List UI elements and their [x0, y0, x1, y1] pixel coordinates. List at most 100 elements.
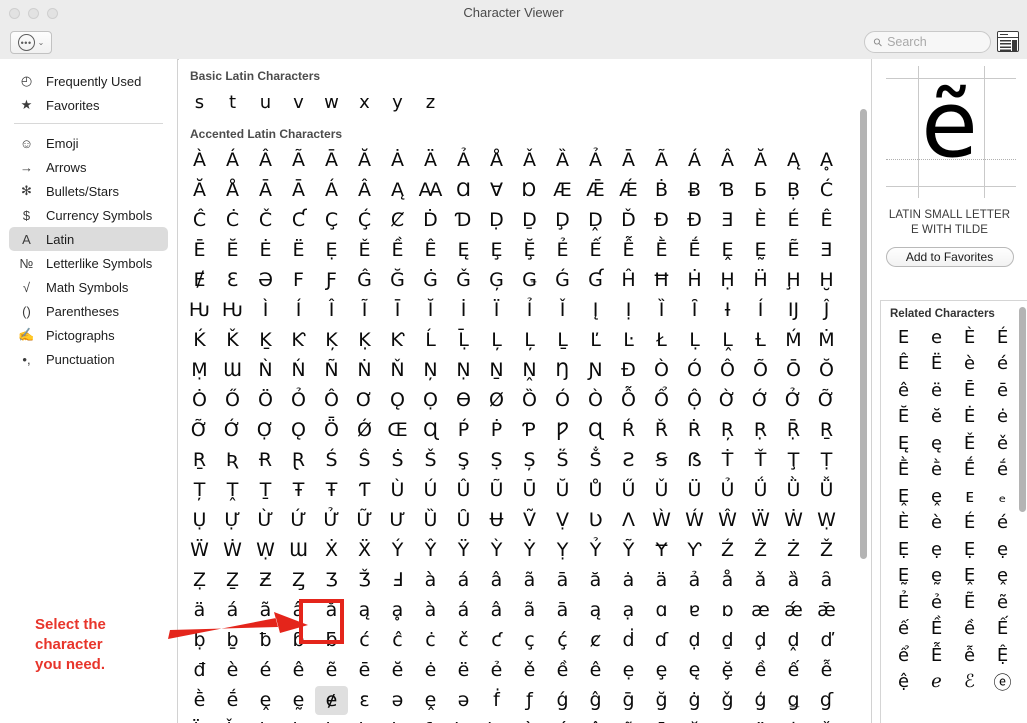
character-cell[interactable]: Ṟ — [183, 446, 216, 475]
character-cell[interactable]: Ḧ — [744, 266, 777, 295]
character-cell[interactable]: ĩ — [612, 716, 645, 723]
character-cell[interactable]: Ƶ — [249, 566, 282, 595]
character-cell[interactable]: â — [480, 566, 513, 595]
character-cell[interactable]: Ḩ — [777, 266, 810, 295]
character-cell[interactable]: Ġ — [414, 266, 447, 295]
character-cell[interactable]: Ĭ — [414, 296, 447, 325]
character-cell[interactable]: Ṝ — [777, 416, 810, 445]
character-cell[interactable]: Ả — [447, 146, 480, 175]
character-cell[interactable]: Ǧ — [447, 266, 480, 295]
related-character-cell[interactable]: È — [953, 324, 986, 351]
character-cell[interactable]: Ɋ — [579, 416, 612, 445]
character-cell[interactable]: ȁ — [777, 566, 810, 595]
character-cell[interactable]: ȼ — [579, 626, 612, 655]
character-cell[interactable]: í — [546, 716, 579, 723]
character-cell[interactable]: ɦ — [414, 716, 447, 723]
character-cell[interactable]: á — [216, 596, 249, 625]
character-cell[interactable]: Ƥ — [513, 416, 546, 445]
related-character-cell[interactable]: Ḙ — [887, 483, 920, 510]
character-cell[interactable]: Ÿ — [447, 536, 480, 565]
grid-scrollbar-thumb[interactable] — [860, 109, 867, 559]
character-cell[interactable]: Ŕ — [612, 416, 645, 445]
character-cell[interactable]: ć — [348, 626, 381, 655]
character-cell[interactable]: Ơ — [348, 386, 381, 415]
character-cell[interactable]: Ǥ — [513, 266, 546, 295]
related-character-cell[interactable]: ḕ — [920, 457, 953, 484]
character-cell[interactable]: Ṟ — [810, 416, 843, 445]
character-cell[interactable]: Ở — [777, 386, 810, 415]
character-cell[interactable]: Ủ — [711, 476, 744, 505]
character-cell[interactable]: Ữ — [348, 506, 381, 535]
character-cell[interactable]: ḫ — [348, 716, 381, 723]
character-cell[interactable]: Ŝ — [348, 446, 381, 475]
character-cell[interactable]: ã — [249, 596, 282, 625]
character-cell[interactable]: Ɓ — [711, 176, 744, 205]
character-cell[interactable]: ȟ — [216, 716, 249, 723]
character-cell[interactable]: Ā — [282, 176, 315, 205]
character-cell[interactable]: Ȼ — [381, 206, 414, 235]
related-character-cell[interactable]: ℰ — [953, 669, 986, 696]
character-cell[interactable]: Í — [744, 296, 777, 325]
related-character-cell[interactable]: ⓔ — [986, 669, 1019, 696]
character-cell[interactable]: Á — [216, 146, 249, 175]
character-cell[interactable]: Ỵ — [546, 536, 579, 565]
related-character-cell[interactable]: ᴇ — [953, 483, 986, 510]
character-cell[interactable]: Û — [447, 476, 480, 505]
character-cell[interactable]: ḏ — [711, 626, 744, 655]
character-cell[interactable]: Â — [348, 176, 381, 205]
character-cell[interactable]: Ě — [348, 236, 381, 265]
character-cell[interactable]: Ḛ — [744, 236, 777, 265]
related-character-cell[interactable]: É — [986, 324, 1019, 351]
character-cell[interactable]: Ờ — [711, 386, 744, 415]
character-cell[interactable]: Ḓ — [579, 206, 612, 235]
character-cell[interactable]: ƈ — [480, 626, 513, 655]
character-cell[interactable]: Ḁ — [810, 146, 843, 175]
character-cell[interactable]: s — [183, 88, 216, 117]
character-cell[interactable]: Ì — [249, 296, 282, 325]
character-cell[interactable]: Ộ — [678, 386, 711, 415]
related-character-cell[interactable]: é — [986, 510, 1019, 537]
character-cell[interactable]: ǝ — [447, 686, 480, 715]
related-character-cell[interactable]: Ḙ — [953, 563, 986, 590]
action-menu-button[interactable]: ••• ⌄ — [10, 31, 52, 54]
character-cell[interactable]: Ļ — [480, 326, 513, 355]
character-cell[interactable]: Į — [579, 296, 612, 325]
character-cell[interactable]: Ṱ — [216, 476, 249, 505]
character-cell[interactable]: Ẁ — [645, 506, 678, 535]
character-cell[interactable]: ĭ — [678, 716, 711, 723]
character-cell[interactable]: ã — [513, 596, 546, 625]
character-cell[interactable]: ǽ — [777, 596, 810, 625]
character-cell[interactable]: Ś — [315, 446, 348, 475]
character-cell[interactable]: Ũ — [480, 476, 513, 505]
character-cell[interactable]: Ň — [381, 356, 414, 385]
character-cell[interactable]: ą — [579, 596, 612, 625]
character-cell[interactable]: Á — [315, 176, 348, 205]
character-cell[interactable]: F — [282, 266, 315, 295]
character-cell[interactable]: Ǵ — [546, 266, 579, 295]
character-cell[interactable]: ḫ — [315, 716, 348, 723]
character-cell[interactable]: Ŀ — [612, 326, 645, 355]
character-cell[interactable]: Ɛ — [216, 266, 249, 295]
character-cell[interactable]: ȃ — [810, 566, 843, 595]
character-cell[interactable]: É — [777, 206, 810, 235]
character-cell[interactable]: ḩ — [282, 716, 315, 723]
character-cell[interactable]: ɐ — [678, 596, 711, 625]
related-character-cell[interactable]: ẽ — [986, 589, 1019, 616]
character-cell[interactable]: ḛ — [282, 686, 315, 715]
character-cell[interactable]: Ỡ — [183, 416, 216, 445]
related-character-cell[interactable]: Ẽ — [953, 589, 986, 616]
sidebar-item-favorites[interactable]: ★ Favorites — [9, 93, 168, 117]
related-character-cell[interactable]: ẻ — [920, 589, 953, 616]
character-cell[interactable]: Ḥ — [711, 266, 744, 295]
character-cell[interactable]: ạ — [612, 596, 645, 625]
character-cell[interactable]: Ư — [381, 506, 414, 535]
character-cell[interactable]: ē — [348, 656, 381, 685]
character-cell[interactable]: Ǣ — [579, 176, 612, 205]
character-cell[interactable]: È — [744, 206, 777, 235]
character-cell[interactable]: Ả — [579, 146, 612, 175]
character-cell[interactable]: Ǝ — [810, 236, 843, 265]
character-cell[interactable]: Ɠ — [579, 266, 612, 295]
character-cell[interactable]: Ô — [711, 356, 744, 385]
character-cell[interactable]: ǧ — [711, 686, 744, 715]
character-cell[interactable]: Ā — [249, 176, 282, 205]
